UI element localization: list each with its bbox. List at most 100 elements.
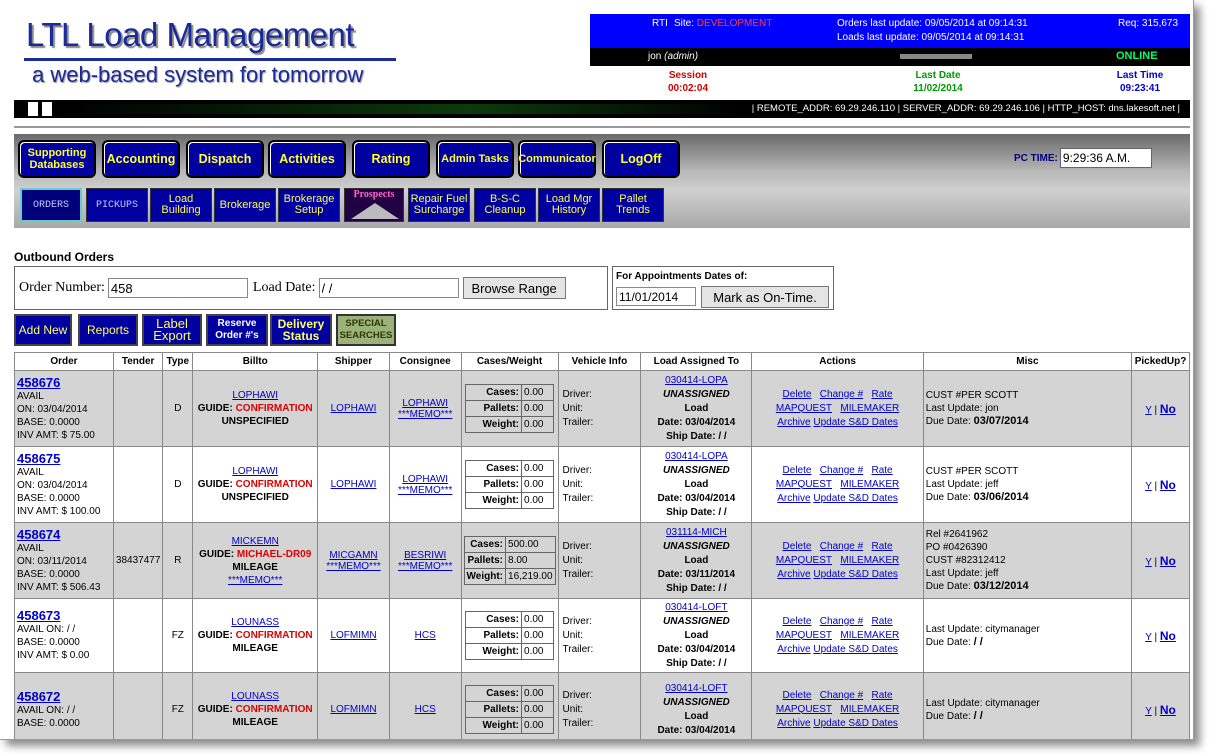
submenu-repair-fuel-surcharge[interactable]: Repair Fuel Surcharge bbox=[408, 188, 470, 222]
load-link[interactable]: 030414-LOFT bbox=[665, 683, 727, 694]
change-number-link[interactable]: Change # bbox=[820, 389, 863, 400]
archive-link[interactable]: Archive bbox=[777, 417, 810, 428]
order-number-link[interactable]: 458673 bbox=[17, 609, 111, 623]
shipper-link[interactable]: LOPHAWI bbox=[331, 479, 377, 490]
milemaker-link[interactable]: MILEMAKER bbox=[840, 403, 899, 414]
update-dates-link[interactable]: Update S&D Dates bbox=[813, 417, 898, 428]
update-dates-link[interactable]: Update S&D Dates bbox=[813, 569, 898, 580]
rate-link[interactable]: Rate bbox=[872, 465, 893, 476]
submenu-load-mgr-history[interactable]: Load Mgr History bbox=[538, 188, 600, 222]
mapquest-link[interactable]: MAPQUEST bbox=[776, 704, 832, 715]
picked-no-link[interactable]: No bbox=[1160, 554, 1176, 568]
picked-yes-link[interactable]: Y bbox=[1145, 481, 1152, 492]
reports-button[interactable]: Reports bbox=[78, 314, 138, 346]
reserve-order-button[interactable]: Reserve Order #'s bbox=[206, 314, 268, 346]
submenu-orders[interactable]: ORDERS bbox=[20, 188, 82, 222]
picked-yes-link[interactable]: Y bbox=[1145, 706, 1152, 717]
consignee-memo-link[interactable]: ***MEMO*** bbox=[398, 561, 452, 572]
order-number-link[interactable]: 458676 bbox=[17, 375, 111, 390]
consignee-link[interactable]: LOPHAWI bbox=[402, 398, 448, 409]
billto-link[interactable]: LOPHAWI bbox=[232, 466, 278, 477]
billto-link[interactable]: MICKEMN bbox=[232, 536, 279, 547]
submenu-load-building[interactable]: Load Building bbox=[150, 188, 212, 222]
order-number-link[interactable]: 458672 bbox=[17, 689, 111, 704]
menu-admin-tasks[interactable]: Admin Tasks bbox=[436, 140, 514, 178]
rate-link[interactable]: Rate bbox=[872, 690, 893, 701]
mapquest-link[interactable]: MAPQUEST bbox=[776, 630, 832, 641]
mapquest-link[interactable]: MAPQUEST bbox=[776, 555, 832, 566]
appt-date-input[interactable] bbox=[616, 287, 696, 306]
rate-link[interactable]: Rate bbox=[872, 541, 893, 552]
change-number-link[interactable]: Change # bbox=[820, 541, 863, 552]
menu-communicator[interactable]: Communicator bbox=[518, 140, 596, 178]
load-link[interactable]: 030414-LOPA bbox=[665, 375, 728, 386]
rate-link[interactable]: Rate bbox=[872, 616, 893, 627]
update-dates-link[interactable]: Update S&D Dates bbox=[813, 718, 898, 729]
shipper-link[interactable]: MICGAMN bbox=[329, 550, 377, 561]
delete-link[interactable]: Delete bbox=[783, 541, 812, 552]
picked-no-link[interactable]: No bbox=[1160, 629, 1176, 643]
delivery-status-button[interactable]: Delivery Status bbox=[270, 314, 332, 346]
billto-memo-link[interactable]: ***MEMO*** bbox=[228, 575, 282, 586]
billto-link[interactable]: LOUNASS bbox=[231, 691, 279, 702]
mark-ontime-button[interactable]: Mark as On-Time. bbox=[701, 286, 829, 308]
submenu-pallet-trends[interactable]: Pallet Trends bbox=[602, 188, 664, 222]
archive-link[interactable]: Archive bbox=[777, 644, 810, 655]
archive-link[interactable]: Archive bbox=[777, 493, 810, 504]
menu-rating[interactable]: Rating bbox=[352, 140, 430, 178]
load-link[interactable]: 030414-LOFT bbox=[665, 602, 727, 613]
archive-link[interactable]: Archive bbox=[777, 569, 810, 580]
shipper-link[interactable]: LOPHAWI bbox=[331, 403, 377, 414]
menu-dispatch[interactable]: Dispatch bbox=[186, 140, 264, 178]
menu-accounting[interactable]: Accounting bbox=[102, 140, 180, 178]
menu-logoff[interactable]: LogOff bbox=[602, 140, 680, 178]
update-dates-link[interactable]: Update S&D Dates bbox=[813, 493, 898, 504]
change-number-link[interactable]: Change # bbox=[820, 616, 863, 627]
submenu-pickups[interactable]: PICKUPS bbox=[86, 188, 148, 222]
rate-link[interactable]: Rate bbox=[872, 389, 893, 400]
submenu-brokerage[interactable]: Brokerage bbox=[214, 188, 276, 222]
billto-link[interactable]: LOPHAWI bbox=[232, 390, 278, 401]
submenu-bsc-cleanup[interactable]: B-S-C Cleanup bbox=[474, 188, 536, 222]
change-number-link[interactable]: Change # bbox=[820, 690, 863, 701]
pc-time-field[interactable] bbox=[1059, 148, 1152, 168]
consignee-link[interactable]: HCS bbox=[415, 704, 436, 715]
mapquest-link[interactable]: MAPQUEST bbox=[776, 479, 832, 490]
milemaker-link[interactable]: MILEMAKER bbox=[840, 479, 899, 490]
delete-link[interactable]: Delete bbox=[783, 690, 812, 701]
special-searches-button[interactable]: SPECIAL SEARCHES bbox=[336, 314, 396, 346]
order-number-link[interactable]: 458675 bbox=[17, 451, 111, 466]
shipper-link[interactable]: LOFMIMN bbox=[330, 704, 376, 715]
billto-link[interactable]: LOUNASS bbox=[231, 617, 279, 628]
picked-no-link[interactable]: No bbox=[1160, 703, 1176, 717]
milemaker-link[interactable]: MILEMAKER bbox=[840, 704, 899, 715]
picked-yes-link[interactable]: Y bbox=[1145, 632, 1152, 643]
menu-supporting-databases[interactable]: Supporting Databases bbox=[18, 140, 96, 178]
consignee-link[interactable]: LOPHAWI bbox=[402, 474, 448, 485]
add-new-button[interactable]: Add New bbox=[14, 314, 72, 346]
shipper-link[interactable]: LOFMIMN bbox=[330, 630, 376, 641]
archive-link[interactable]: Archive bbox=[777, 718, 810, 729]
load-date-input[interactable] bbox=[318, 278, 459, 298]
menu-activities[interactable]: Activities bbox=[268, 140, 346, 178]
submenu-prospects[interactable]: Prospects bbox=[344, 188, 404, 222]
milemaker-link[interactable]: MILEMAKER bbox=[840, 555, 899, 566]
delete-link[interactable]: Delete bbox=[783, 465, 812, 476]
consignee-memo-link[interactable]: ***MEMO*** bbox=[398, 485, 452, 496]
consignee-link[interactable]: HCS bbox=[415, 630, 436, 641]
consignee-memo-link[interactable]: ***MEMO*** bbox=[398, 409, 452, 420]
browse-range-button[interactable]: Browse Range bbox=[462, 277, 566, 299]
load-link[interactable]: 030414-LOPA bbox=[665, 451, 728, 462]
label-export-button[interactable]: Label Export bbox=[142, 314, 202, 346]
delete-link[interactable]: Delete bbox=[783, 616, 812, 627]
submenu-brokerage-setup[interactable]: Brokerage Setup bbox=[278, 188, 340, 222]
picked-yes-link[interactable]: Y bbox=[1145, 405, 1152, 416]
order-number-link[interactable]: 458674 bbox=[17, 527, 111, 542]
picked-no-link[interactable]: No bbox=[1160, 478, 1176, 492]
update-dates-link[interactable]: Update S&D Dates bbox=[813, 644, 898, 655]
delete-link[interactable]: Delete bbox=[783, 389, 812, 400]
load-link[interactable]: 031114-MICH bbox=[666, 527, 727, 538]
consignee-link[interactable]: BESRIWI bbox=[404, 550, 446, 561]
picked-no-link[interactable]: No bbox=[1160, 402, 1176, 416]
order-number-input[interactable] bbox=[107, 278, 248, 298]
